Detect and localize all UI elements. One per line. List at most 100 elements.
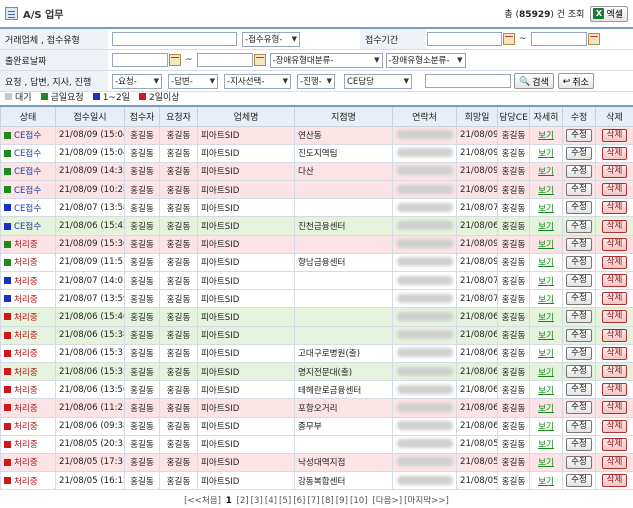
col-status[interactable]: 상태	[0, 105, 56, 127]
delete-button[interactable]: 삭제	[601, 274, 628, 288]
col-branch[interactable]: 지점명	[294, 105, 393, 127]
table-row[interactable]: CE접수21/08/09 (10:28)홍길동홍길동피아트SID21/08/09…	[0, 180, 633, 200]
edit-button[interactable]: 수정	[566, 237, 592, 251]
pager-page[interactable]: [2]	[236, 496, 248, 506]
cancel-button[interactable]: ↩ 취소	[557, 73, 594, 89]
edit-button[interactable]: 수정	[566, 255, 592, 269]
view-link[interactable]: 보기	[538, 204, 554, 214]
delete-button[interactable]: 삭제	[601, 455, 628, 469]
delete-button[interactable]: 삭제	[601, 365, 628, 379]
pager-page[interactable]: [9]	[336, 496, 348, 506]
col-receive-date[interactable]: 접수일시	[55, 105, 125, 127]
col-contact[interactable]: 연락처	[392, 105, 457, 127]
view-link[interactable]: 보기	[538, 277, 554, 287]
delete-button[interactable]: 삭제	[601, 310, 628, 324]
table-row[interactable]: 처리중21/08/09 (11:51)홍길동홍길동피아트SID향남금융센터21/…	[0, 252, 633, 273]
table-row[interactable]: 처리중21/08/06 (13:56)홍길동홍길동피아트SID테헤란로금융센터2…	[0, 380, 633, 400]
view-link[interactable]: 보기	[538, 331, 554, 341]
delete-button[interactable]: 삭제	[601, 237, 628, 251]
table-row[interactable]: CE접수21/08/06 (15:42)홍길동홍길동피아트SID진천금융센터21…	[0, 216, 633, 236]
edit-button[interactable]: 수정	[566, 274, 592, 288]
view-link[interactable]: 보기	[538, 477, 554, 487]
edit-button[interactable]: 수정	[566, 146, 592, 160]
view-link[interactable]: 보기	[538, 440, 554, 450]
view-link[interactable]: 보기	[538, 368, 554, 378]
table-row[interactable]: 처리중21/08/06 (11:25)홍길동홍길동피아트SID포항오거리21/0…	[0, 398, 633, 418]
edit-button[interactable]: 수정	[566, 437, 592, 451]
pager-page[interactable]: [10]	[350, 496, 368, 506]
delete-button[interactable]: 삭제	[601, 328, 628, 342]
delete-button[interactable]: 삭제	[601, 201, 628, 215]
delete-button[interactable]: 삭제	[601, 383, 628, 397]
col-hope-date[interactable]: 희망일	[456, 105, 498, 127]
pager-first[interactable]: [<<처음]	[184, 496, 221, 506]
excel-button[interactable]: X 엑셀	[590, 5, 628, 22]
table-row[interactable]: 처리중21/08/06 (15:40)홍길동홍길동피아트SID21/08/06홍…	[0, 307, 633, 327]
delete-button[interactable]: 삭제	[601, 219, 628, 233]
edit-button[interactable]: 수정	[566, 128, 592, 142]
pager-page[interactable]: [4]	[265, 496, 277, 506]
ce-select[interactable]: CE담당 ▼	[344, 73, 412, 89]
table-row[interactable]: CE접수21/08/09 (15:04)홍길동홍길동피아트SID진도지역팀21/…	[0, 143, 633, 163]
edit-button[interactable]: 수정	[566, 474, 592, 488]
edit-button[interactable]: 수정	[566, 310, 592, 324]
table-row[interactable]: 처리중21/08/07 (14:01)홍길동홍길동피아트SID21/08/07홍…	[0, 270, 633, 291]
request-select[interactable]: -요청- ▼	[112, 73, 162, 89]
fault-subcategory-select[interactable]: -장애유형소분류- ▼	[385, 52, 466, 68]
view-link[interactable]: 보기	[538, 295, 554, 305]
view-link[interactable]: 보기	[538, 222, 554, 232]
pager-next[interactable]: [다음>]	[372, 496, 402, 506]
answer-select[interactable]: -답변- ▼	[168, 73, 218, 89]
table-row[interactable]: 처리중21/08/06 (15:35)홍길동홍길동피아트SID명지전문대(출)2…	[0, 361, 633, 382]
table-row[interactable]: CE접수21/08/09 (14:35)홍길동홍길동피아트SID다산21/08/…	[0, 161, 633, 182]
delete-button[interactable]: 삭제	[601, 292, 628, 306]
period-start-input[interactable]	[427, 32, 502, 46]
branch-select[interactable]: -지사선택- ▼	[224, 73, 291, 89]
calendar-icon[interactable]	[253, 54, 266, 66]
view-link[interactable]: 보기	[538, 240, 554, 250]
col-receiver[interactable]: 접수자	[124, 105, 160, 127]
calendar-icon[interactable]	[503, 33, 515, 45]
delete-button[interactable]: 삭제	[601, 255, 628, 269]
progress-select[interactable]: -진행- ▼	[297, 73, 335, 89]
fault-category-select[interactable]: -장애유형대분류- ▼	[269, 52, 383, 68]
receive-type-select[interactable]: -접수유형- ▼	[242, 31, 300, 47]
view-link[interactable]: 보기	[538, 458, 554, 468]
pager-page[interactable]: [6]	[293, 496, 305, 506]
keyword-input[interactable]	[425, 74, 511, 88]
edit-button[interactable]: 수정	[566, 201, 592, 215]
view-link[interactable]: 보기	[538, 149, 554, 159]
delete-button[interactable]: 삭제	[601, 128, 628, 142]
pager-page[interactable]: [7]	[307, 496, 319, 506]
delete-button[interactable]: 삭제	[601, 419, 628, 433]
pager-page[interactable]: [8]	[322, 496, 334, 506]
col-company[interactable]: 업체명	[197, 105, 295, 127]
table-row[interactable]: 처리중21/08/05 (17:31)홍길동홍길동피아트SID낙성대역지점21/…	[0, 452, 633, 473]
table-row[interactable]: 처리중21/08/06 (15:38)홍길동홍길동피아트SID21/08/06홍…	[0, 325, 633, 345]
delete-button[interactable]: 삭제	[601, 146, 628, 160]
pager-page[interactable]: [5]	[279, 496, 291, 506]
complete-end-input[interactable]	[196, 53, 253, 67]
period-end-input[interactable]	[530, 32, 587, 46]
pager-last[interactable]: [마지막>>]	[404, 496, 449, 506]
delete-button[interactable]: 삭제	[601, 437, 628, 451]
edit-button[interactable]: 수정	[566, 292, 592, 306]
table-row[interactable]: 처리중21/08/06 (09:38)홍길동홍길동피아트SID종무부21/08/…	[0, 416, 633, 436]
view-link[interactable]: 보기	[538, 167, 554, 177]
col-requester[interactable]: 요청자	[159, 105, 198, 127]
view-link[interactable]: 보기	[538, 313, 554, 323]
calendar-icon[interactable]	[587, 33, 600, 45]
edit-button[interactable]: 수정	[566, 419, 592, 433]
col-ce[interactable]: 담당CE	[497, 105, 530, 127]
table-row[interactable]: 처리중21/08/06 (15:37)홍길동홍길동피아트SID고대구로병원(출)…	[0, 343, 633, 363]
pager-page[interactable]: [3]	[251, 496, 263, 506]
edit-button[interactable]: 수정	[566, 365, 592, 379]
delete-button[interactable]: 삭제	[601, 183, 628, 197]
view-link[interactable]: 보기	[538, 186, 554, 196]
edit-button[interactable]: 수정	[566, 164, 592, 178]
view-link[interactable]: 보기	[538, 131, 554, 141]
table-row[interactable]: CE접수21/08/07 (13:58)홍길동홍길동피아트SID21/08/07…	[0, 198, 633, 218]
table-row[interactable]: 처리중21/08/07 (13:59)홍길동홍길동피아트SID21/08/07홍…	[0, 289, 633, 309]
search-button[interactable]: 🔍 검색	[514, 73, 554, 89]
delete-button[interactable]: 삭제	[601, 346, 628, 360]
